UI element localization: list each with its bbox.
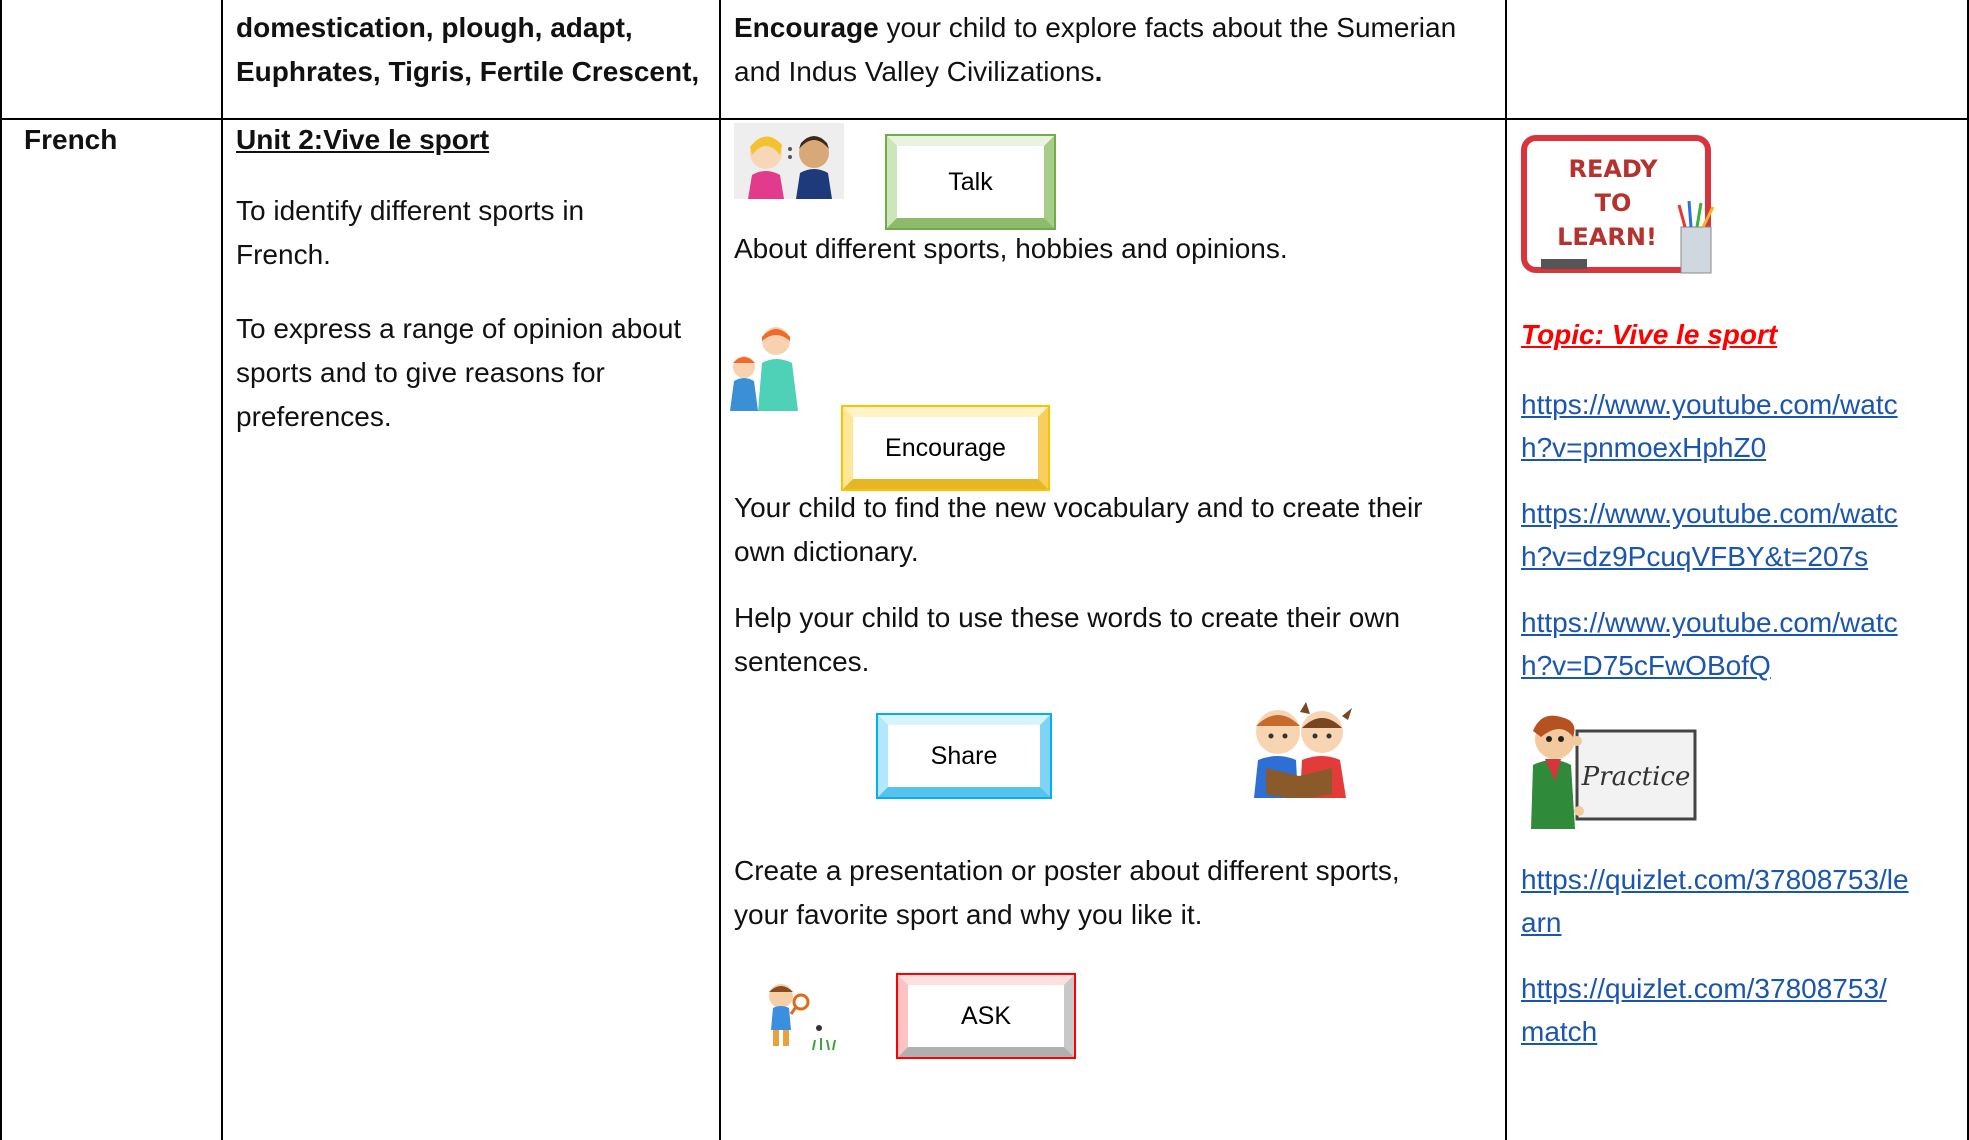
table-divider-col3 bbox=[1505, 0, 1507, 1140]
subject-label: French bbox=[24, 124, 118, 155]
vocab-line-2: Euphrates, Tigris, Fertile Crescent, bbox=[236, 56, 700, 87]
parent-child-icon bbox=[730, 327, 798, 411]
encourage-button: Encourage bbox=[841, 405, 1050, 491]
encourage-explore-line-2: and Indus Valley Civilizations. bbox=[734, 50, 1102, 94]
objective-2-line-3: preferences. bbox=[236, 401, 392, 432]
encourage-description-line-2: own dictionary. bbox=[734, 536, 919, 567]
table-border-left bbox=[0, 0, 2, 1140]
quizlet-match-link-line-1[interactable]: https://quizlet.com/37808753/ bbox=[1521, 967, 1887, 1010]
create-line-2: your favorite sport and why you like it. bbox=[734, 899, 1203, 930]
create-line-1: Create a presentation or poster about di… bbox=[734, 855, 1400, 886]
practice-sign-text: Practice bbox=[1581, 762, 1691, 792]
help-line-2: sentences. bbox=[734, 646, 870, 677]
encourage-explore-line-1: Encourage your child to explore facts ab… bbox=[734, 6, 1456, 50]
ready-to-learn-sign-image: READY TO LEARN! bbox=[1521, 135, 1715, 274]
objective-1-line-1: To identify different sports in bbox=[236, 195, 585, 226]
youtube-link-3-line-1[interactable]: https://www.youtube.com/watc bbox=[1521, 601, 1898, 644]
talk-description: About different sports, hobbies and opin… bbox=[734, 233, 1288, 264]
practice-sign-image: Practice bbox=[1531, 715, 1697, 829]
table-divider-col1 bbox=[221, 0, 223, 1140]
youtube-link-2-line-2[interactable]: h?v=dz9PcuqVFBY&t=207s bbox=[1521, 535, 1868, 578]
encourage-description-line-1: Your child to find the new vocabulary an… bbox=[734, 492, 1423, 523]
ask-button: ASK bbox=[896, 973, 1076, 1059]
topic-label: Topic: Vive le sport bbox=[1521, 319, 1778, 350]
youtube-link-1-line-1[interactable]: https://www.youtube.com/watc bbox=[1521, 383, 1898, 426]
child-magnifier-icon bbox=[769, 984, 836, 1051]
quizlet-match-link-line-2[interactable]: match bbox=[1521, 1010, 1597, 1053]
vocab-line-1: domestication, plough, adapt, bbox=[236, 12, 633, 43]
ready-sign-line-1: READY bbox=[1568, 155, 1658, 183]
talking-people-icon bbox=[734, 123, 844, 199]
help-line-1: Help your child to use these words to cr… bbox=[734, 602, 1401, 633]
table-divider-col2 bbox=[719, 0, 721, 1140]
ready-sign-line-2: TO bbox=[1595, 189, 1632, 217]
quizlet-learn-link-line-2[interactable]: arn bbox=[1521, 901, 1561, 944]
unit-title: Unit 2:Vive le sport bbox=[236, 124, 490, 155]
youtube-link-3-line-2[interactable]: h?v=D75cFwOBofQ bbox=[1521, 644, 1771, 687]
talk-button: Talk bbox=[885, 134, 1056, 230]
objective-2-line-2: sports and to give reasons for bbox=[236, 357, 605, 388]
youtube-link-1-line-2[interactable]: h?v=pnmoexHphZ0 bbox=[1521, 426, 1766, 469]
encourage-rest: your child to explore facts about the Su… bbox=[878, 12, 1457, 43]
objective-1-line-2: French. bbox=[236, 239, 331, 270]
civilizations-text: and Indus Valley Civilizations bbox=[734, 56, 1095, 87]
share-button: Share bbox=[876, 713, 1052, 799]
ready-sign-line-3: LEARN! bbox=[1557, 223, 1657, 251]
youtube-link-2-line-1[interactable]: https://www.youtube.com/watc bbox=[1521, 492, 1898, 535]
encourage-word: Encourage bbox=[734, 12, 879, 43]
objective-2-line-1: To express a range of opinion about bbox=[236, 313, 682, 344]
children-reading-icon bbox=[1254, 702, 1352, 798]
period: . bbox=[1094, 56, 1103, 87]
quizlet-learn-link-line-1[interactable]: https://quizlet.com/37808753/le bbox=[1521, 858, 1909, 901]
